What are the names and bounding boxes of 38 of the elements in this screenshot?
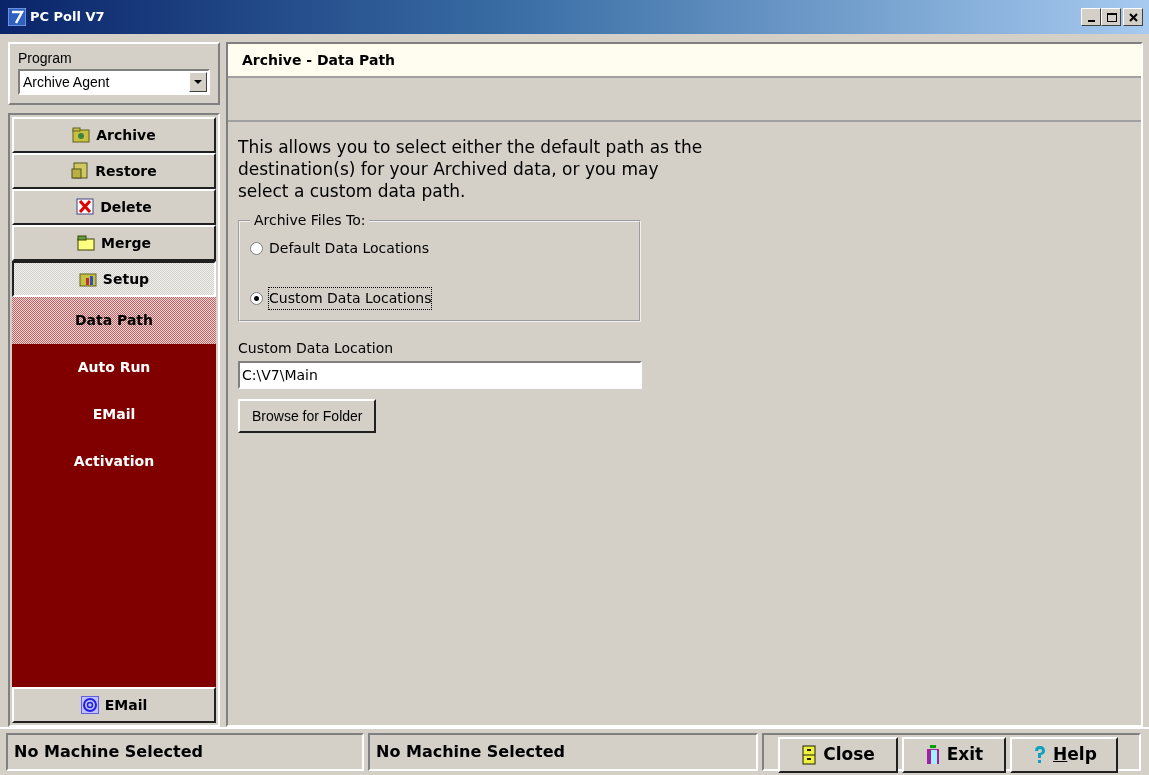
nav-button[interactable]: Merge (12, 225, 216, 261)
close-icon (1127, 11, 1139, 23)
close-button[interactable]: Close (778, 737, 898, 773)
nav-button[interactable]: EMail (12, 687, 216, 723)
cabinet-icon (801, 745, 818, 765)
submenu-item[interactable]: Activation (12, 438, 216, 485)
radio-button[interactable] (250, 241, 263, 255)
submenu-item[interactable]: Auto Run (12, 344, 216, 391)
app-icon (8, 8, 26, 26)
help-button[interactable]: Help (1010, 737, 1118, 773)
path-input-field[interactable]: C:\V7\Main (238, 361, 642, 389)
exit-button[interactable]: Exit (902, 737, 1006, 773)
maximize-button[interactable] (1101, 8, 1121, 26)
window-title: PC Poll V7 (30, 8, 105, 27)
radio-button[interactable] (250, 291, 263, 305)
nav-button[interactable]: Archive (12, 117, 216, 153)
minimize-button[interactable] (1081, 8, 1101, 26)
radio-label[interactable]: Custom Data Locations (269, 287, 432, 309)
status-text: No Machine Selected (6, 733, 364, 771)
nav-button[interactable]: Restore (12, 153, 216, 189)
panel-title: Archive - Data Path (228, 44, 1141, 78)
nav-button[interactable]: Setup (12, 261, 216, 297)
maximize-icon (1105, 11, 1117, 23)
minimize-icon (1087, 20, 1095, 22)
caret-icon (194, 80, 202, 84)
description-text: This allows you to select either the default path as the destination(s) for your Archived data, or you may select a custom data path. (238, 136, 704, 202)
close-window-button[interactable] (1123, 8, 1143, 26)
delete-icon (76, 198, 95, 216)
submenu-item[interactable]: EMail (12, 391, 216, 438)
submenu-item[interactable]: Data Path (12, 297, 216, 344)
radio-label[interactable]: Default Data Locations (269, 237, 429, 259)
nav-button[interactable]: Delete (12, 189, 216, 225)
program-dropdown[interactable]: Archive Agent (18, 69, 210, 95)
doorway-icon (924, 745, 941, 765)
field-label: Custom Data Location (238, 339, 395, 358)
browse-button[interactable]: Browse for Folder (238, 399, 377, 433)
program-label: Program (18, 49, 73, 68)
status-text: No Machine Selected (368, 733, 758, 771)
